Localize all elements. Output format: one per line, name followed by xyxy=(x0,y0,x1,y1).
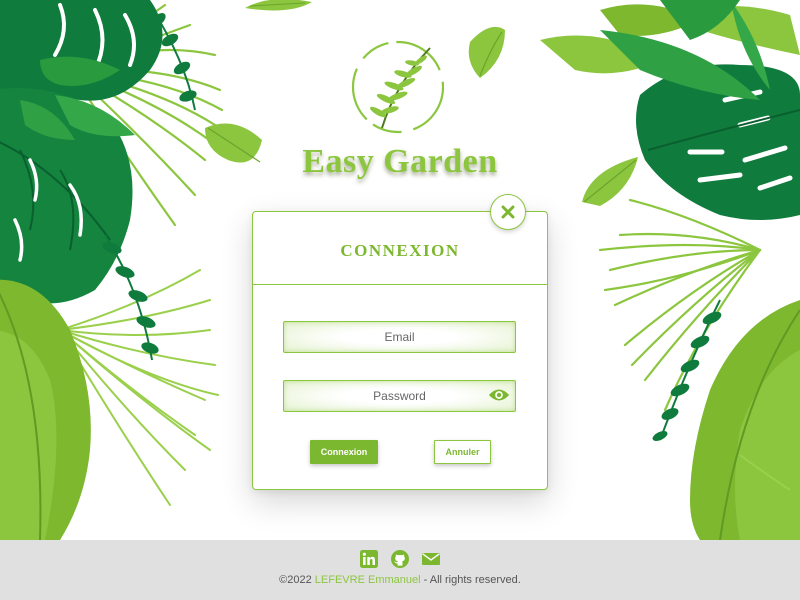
footer: ©2022 LEFEVRE Emmanuel - All rights rese… xyxy=(0,540,800,600)
title-divider xyxy=(253,284,547,285)
connexion-button[interactable]: Connexion xyxy=(310,440,378,464)
social-links xyxy=(0,550,800,568)
eye-icon[interactable] xyxy=(488,387,510,403)
author-link[interactable]: LEFEVRE Emmanuel xyxy=(315,574,421,586)
linkedin-icon[interactable] xyxy=(360,550,378,568)
copyright-text: ©2022 LEFEVRE Emmanuel - All rights rese… xyxy=(0,574,800,586)
copyright-suffix: - All rights reserved. xyxy=(420,574,521,586)
mail-icon[interactable] xyxy=(422,550,440,568)
password-field[interactable] xyxy=(283,380,516,412)
email-input[interactable] xyxy=(284,322,515,352)
login-dialog: CONNEXION Connexion Annuler xyxy=(252,211,548,490)
login-title: CONNEXION xyxy=(340,241,460,260)
github-icon[interactable] xyxy=(391,550,409,568)
close-button[interactable] xyxy=(490,194,526,230)
copyright-prefix: ©2022 xyxy=(279,574,315,586)
email-field[interactable] xyxy=(283,321,516,353)
password-input[interactable] xyxy=(284,381,515,411)
cancel-button[interactable]: Annuler xyxy=(434,440,491,464)
close-icon xyxy=(501,205,515,219)
app-title: Easy Garden xyxy=(302,143,498,180)
